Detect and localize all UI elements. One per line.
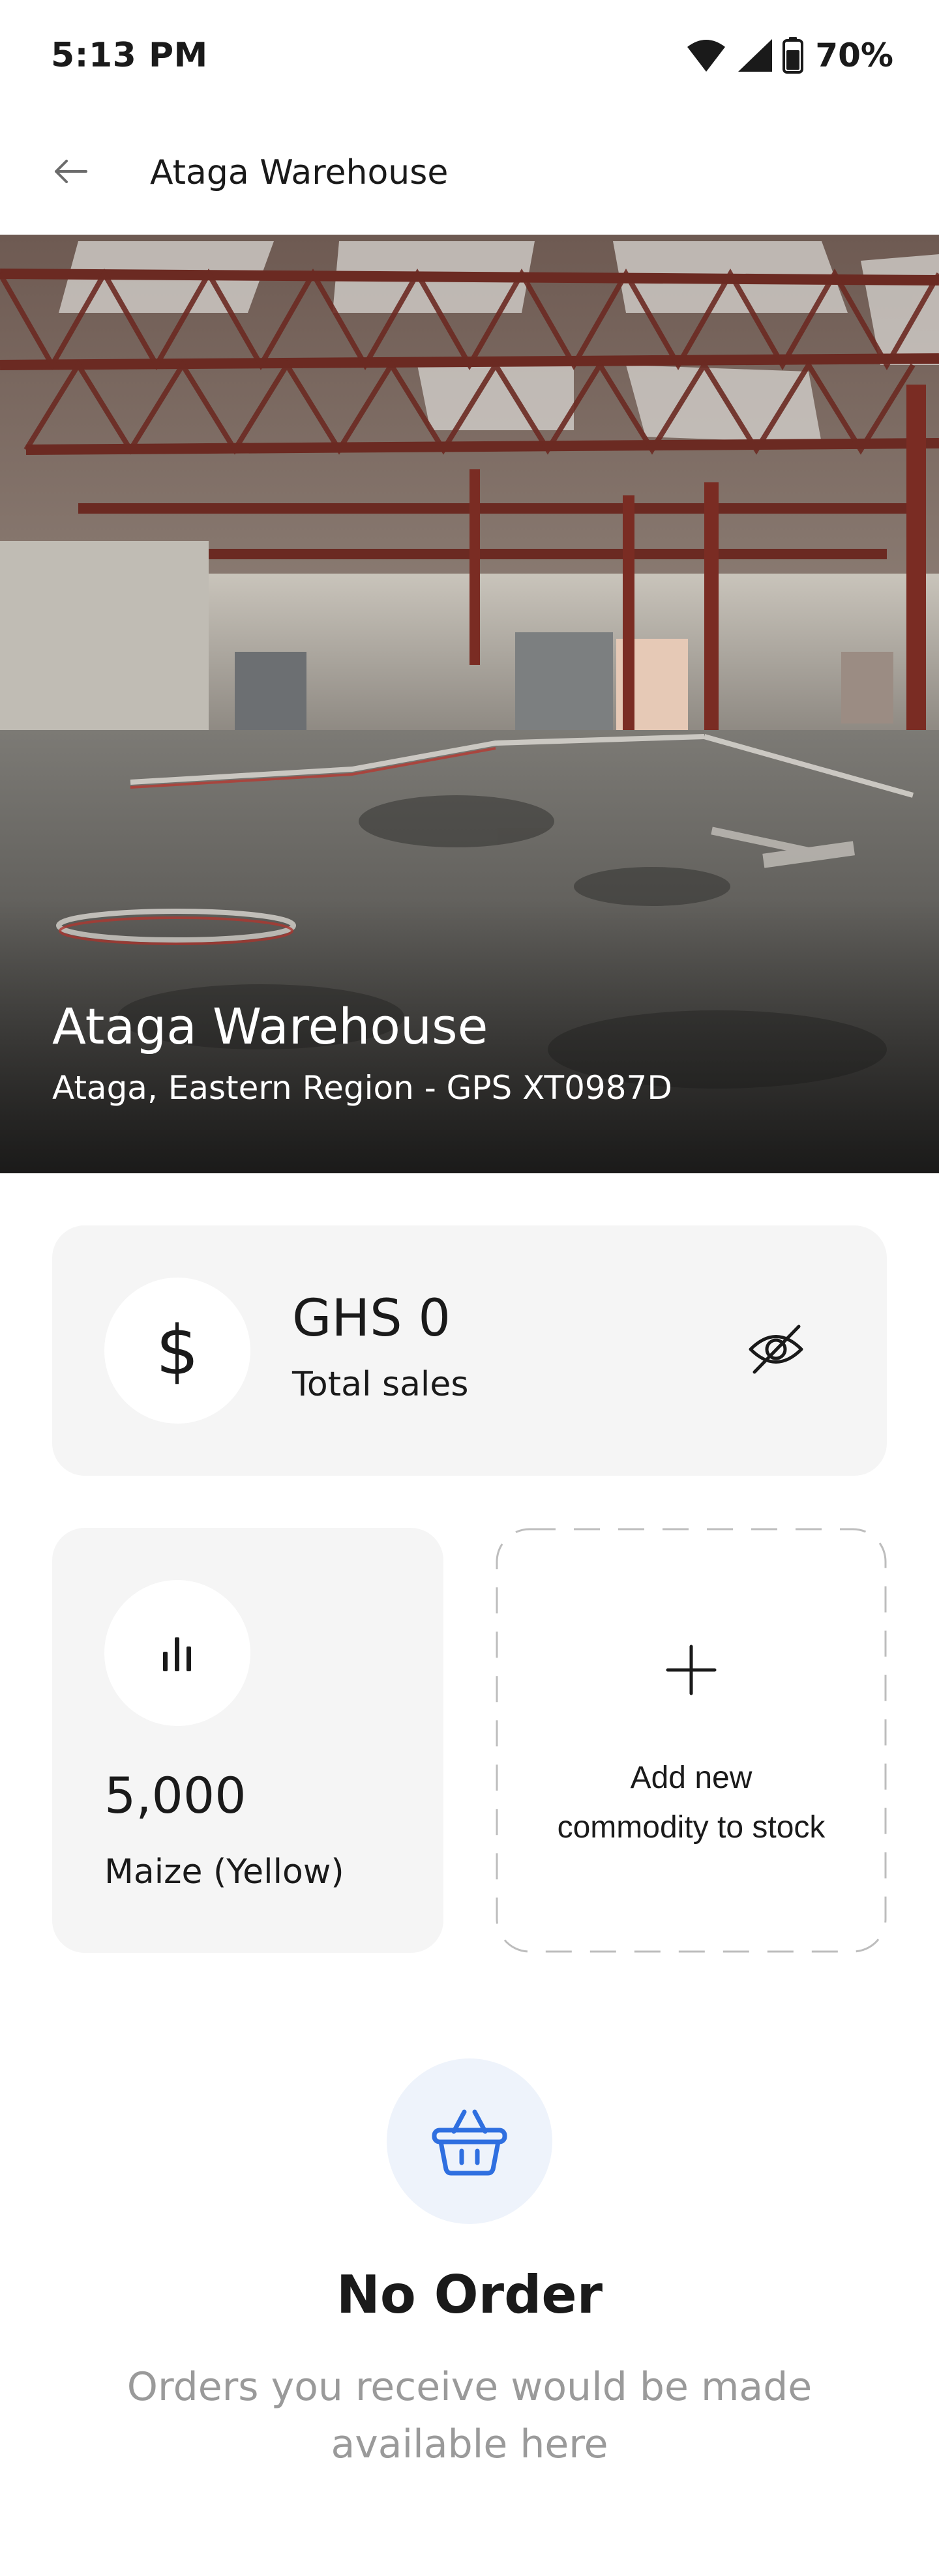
- commodity-quantity: 5,000: [104, 1766, 246, 1824]
- add-commodity-line1: Add new: [630, 1761, 753, 1795]
- total-sales-label: Total sales: [292, 1365, 469, 1404]
- status-time: 5:13 PM: [51, 36, 208, 75]
- battery-icon: [782, 37, 804, 74]
- add-commodity-label: Add new commodity to stock: [496, 1753, 887, 1852]
- status-icons: 70%: [686, 37, 893, 74]
- dollar-icon: $: [104, 1278, 250, 1424]
- battery-percent: 70%: [815, 37, 893, 74]
- arrow-left-icon: [53, 158, 87, 187]
- add-commodity-button[interactable]: Add new commodity to stock: [496, 1528, 887, 1953]
- warehouse-hero: Ataga Warehouse Ataga, Eastern Region - …: [0, 235, 939, 1173]
- add-commodity-line2: commodity to stock: [557, 1810, 826, 1845]
- app-bar: Ataga Warehouse: [0, 111, 939, 235]
- basket-icon: [387, 2058, 552, 2224]
- bar-chart-icon: [104, 1580, 250, 1726]
- commodity-card[interactable]: 5,000 Maize (Yellow): [52, 1528, 443, 1953]
- total-sales-amount: GHS 0: [292, 1289, 451, 1348]
- cellular-signal-icon: [736, 38, 773, 73]
- no-order-message: Orders you receive would be made availab…: [127, 2364, 812, 2467]
- hide-sales-toggle[interactable]: [743, 1318, 809, 1383]
- commodity-name: Maize (Yellow): [104, 1852, 344, 1892]
- dashed-border: [496, 1528, 887, 1953]
- back-button[interactable]: [51, 153, 90, 192]
- warehouse-name: Ataga Warehouse: [52, 997, 488, 1055]
- total-sales-card: $ GHS 0 Total sales: [52, 1225, 887, 1476]
- status-bar: 5:13 PM 70%: [0, 0, 939, 111]
- plus-icon: [666, 1645, 717, 1695]
- app-bar-title: Ataga Warehouse: [150, 153, 449, 192]
- no-order-title: No Order: [336, 2264, 603, 2325]
- wifi-icon: [686, 38, 726, 73]
- warehouse-location: Ataga, Eastern Region - GPS XT0987D: [52, 1069, 672, 1107]
- eye-off-icon: [747, 1320, 805, 1381]
- dollar-glyph: $: [155, 1311, 200, 1390]
